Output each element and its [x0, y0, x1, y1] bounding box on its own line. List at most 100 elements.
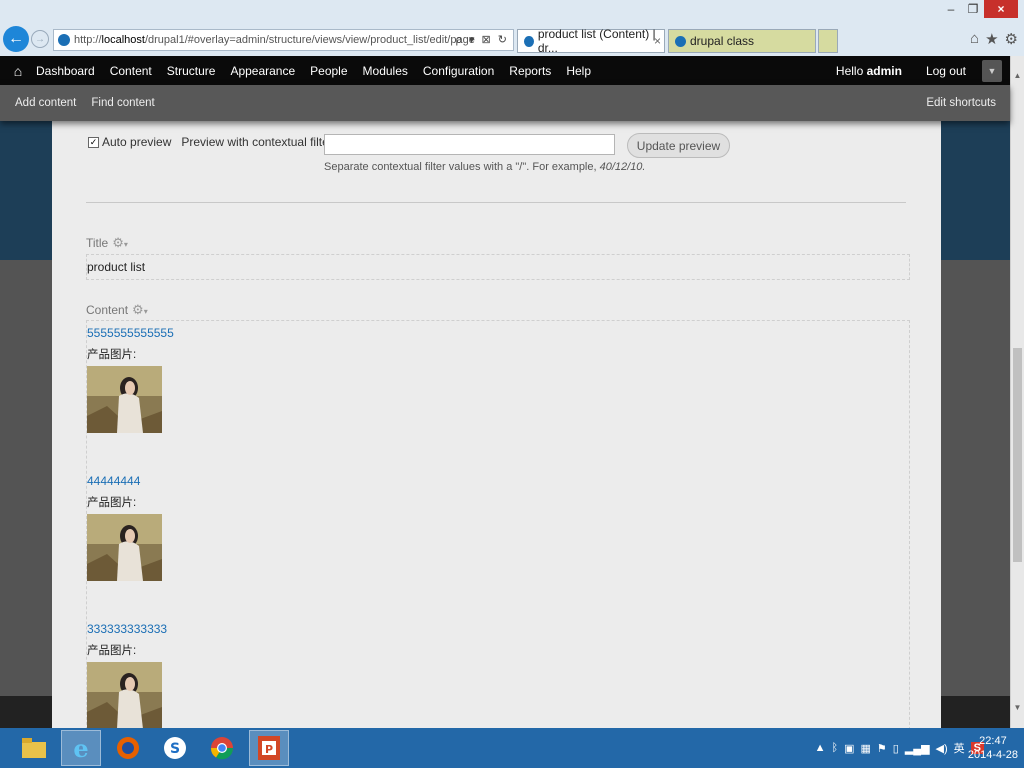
toolbar-item-content[interactable]: Content	[110, 64, 152, 78]
svg-text:S: S	[170, 741, 180, 757]
back-button[interactable]: ←	[3, 26, 29, 52]
tab-product-list[interactable]: product list (Content) | dr... ×	[517, 27, 665, 55]
url-host: localhost	[101, 34, 145, 46]
toolbar-item-structure[interactable]: Structure	[167, 64, 216, 78]
restore-icon[interactable]: ❐	[962, 0, 984, 18]
toolbar-item-modules[interactable]: Modules	[363, 64, 408, 78]
contextual-filters-input[interactable]	[324, 134, 615, 155]
list-item: 44444444 产品图片:	[87, 474, 162, 584]
windows-taskbar: e S P ▲ ᛒ ▣ ▦ ⚑ ▯ ▂▄▆ ◀) 英 S 22:47 2014-…	[0, 728, 1024, 768]
toolbar-user: Hello admin Log out	[836, 64, 966, 78]
file-explorer-icon[interactable]	[14, 730, 54, 766]
toolbar-toggle-button[interactable]: ▼	[982, 60, 1002, 82]
list-item: 5555555555555 产品图片:	[87, 326, 174, 436]
preview-controls: ✓ Auto preview Preview with contextual f…	[88, 135, 342, 149]
toolbar-item-dashboard[interactable]: Dashboard	[36, 64, 95, 78]
input-method-icon[interactable]: 英	[954, 740, 965, 756]
node-title-link[interactable]: 5555555555555	[87, 326, 174, 346]
phone-icon[interactable]: ▯	[893, 742, 899, 755]
clock[interactable]: 22:47 2014-4-28	[968, 734, 1018, 762]
star-icon[interactable]: ★	[985, 30, 998, 48]
window-controls: – ❐ ×	[940, 0, 1018, 20]
firefox-icon[interactable]	[108, 730, 148, 766]
close-window-icon[interactable]: ×	[984, 0, 1018, 18]
clock-time: 22:47	[979, 735, 1007, 747]
tab-drupal-class[interactable]: drupal class	[668, 29, 816, 53]
field-label: 产品图片:	[87, 645, 137, 657]
drupal-favicon-icon	[675, 35, 686, 47]
signal-icon[interactable]: ▂▄▆	[905, 742, 930, 755]
toolbar-item-reports[interactable]: Reports	[509, 64, 551, 78]
drupal-favicon-icon	[524, 35, 534, 47]
toolbar-item-configuration[interactable]: Configuration	[423, 64, 494, 78]
svg-text:P: P	[265, 743, 273, 756]
field-label: 产品图片:	[87, 349, 137, 361]
flag-icon[interactable]: ⚑	[877, 742, 887, 755]
powerpoint-icon[interactable]: P	[249, 730, 289, 766]
node-title-link[interactable]: 333333333333	[87, 622, 167, 642]
clock-date: 2014-4-28	[967, 749, 1018, 761]
scroll-down-icon[interactable]: ▼	[1011, 700, 1024, 714]
sogou-browser-icon[interactable]: S	[155, 730, 195, 766]
product-image[interactable]	[87, 662, 162, 728]
volume-icon[interactable]: ◀)	[936, 742, 948, 755]
logout-link[interactable]: Log out	[926, 64, 966, 78]
admin-toolbar: ⌂ Dashboard Content Structure Appearance…	[0, 56, 1010, 85]
chrome-icon[interactable]	[202, 730, 242, 766]
gear-icon[interactable]: ⚙▾	[112, 235, 128, 251]
internet-explorer-icon[interactable]: e	[61, 730, 101, 766]
shortcut-find-content[interactable]: Find content	[91, 97, 154, 109]
toolbar-item-people[interactable]: People	[310, 64, 347, 78]
bluetooth-icon[interactable]: ᛒ	[831, 742, 838, 754]
user-greeting: Hello admin	[835, 63, 902, 78]
shortcuts-bar: Add content Find content Edit shortcuts	[0, 85, 1010, 121]
tray-expand-icon[interactable]: ▲	[815, 742, 826, 754]
network-status-icon[interactable]: ▦	[860, 742, 870, 755]
gear-icon[interactable]: ⚙▾	[132, 302, 148, 318]
title-section-label: Title ⚙▾	[86, 235, 128, 251]
list-item: 333333333333 产品图片:	[87, 622, 167, 728]
gear-icon[interactable]: ⚙	[1005, 30, 1018, 48]
scroll-up-icon[interactable]: ▲	[1011, 68, 1024, 82]
product-image[interactable]	[87, 366, 162, 433]
new-tab-button[interactable]	[818, 29, 838, 53]
auto-preview-label: Auto preview	[102, 135, 172, 149]
scroll-thumb[interactable]	[1013, 348, 1022, 562]
system-tray: ▲ ᛒ ▣ ▦ ⚑ ▯ ▂▄▆ ◀) 英 S	[815, 728, 984, 768]
minimize-icon[interactable]: –	[940, 0, 962, 18]
browser-icons: ⌂ ★ ⚙	[970, 30, 1018, 48]
contextual-filters-label: Preview with contextual filters:	[181, 135, 343, 149]
tab-label: drupal class	[690, 34, 755, 48]
arrow-left-icon: ←	[8, 30, 24, 47]
divider	[86, 202, 906, 203]
content-region	[86, 320, 910, 728]
browser-chrome: – ❐ × ← → http://localhost/drupal1/#over…	[0, 0, 1024, 56]
node-title-link[interactable]: 44444444	[87, 474, 162, 494]
field-label: 产品图片:	[87, 497, 137, 509]
url-path: /drupal1/#overlay=admin/structure/views/…	[144, 34, 475, 46]
shortcut-add-content[interactable]: Add content	[15, 97, 76, 109]
tab-close-icon[interactable]: ×	[654, 34, 661, 48]
tab-label: product list (Content) | dr...	[537, 27, 656, 55]
views-preview-panel: ✓ Auto preview Preview with contextual f…	[52, 121, 941, 728]
home-icon[interactable]: ⌂	[970, 30, 979, 48]
content-section-label: Content ⚙▾	[86, 302, 148, 318]
view-title: product list	[87, 260, 146, 274]
username[interactable]: admin	[867, 64, 902, 78]
forward-button[interactable]: →	[31, 30, 49, 48]
arrow-right-icon: →	[35, 33, 45, 45]
update-preview-button[interactable]: Update preview	[627, 133, 730, 158]
device-icon[interactable]: ▣	[844, 742, 854, 755]
edit-shortcuts-link[interactable]: Edit shortcuts	[926, 97, 996, 109]
drupal-favicon-icon	[58, 34, 70, 46]
product-image[interactable]	[87, 514, 162, 581]
title-region	[86, 254, 910, 280]
home-icon[interactable]: ⌂	[0, 63, 36, 79]
address-tools[interactable]: ρ ▾ ⊠ ↻	[456, 33, 509, 46]
address-bar[interactable]: http://localhost/drupal1/#overlay=admin/…	[53, 29, 514, 51]
toolbar-item-appearance[interactable]: Appearance	[230, 64, 295, 78]
auto-preview-checkbox[interactable]: ✓	[88, 136, 99, 148]
contextual-filters-help: Separate contextual filter values with a…	[324, 161, 646, 173]
toolbar-item-help[interactable]: Help	[566, 64, 591, 78]
page-scrollbar[interactable]: ▲ ▼	[1010, 56, 1024, 728]
